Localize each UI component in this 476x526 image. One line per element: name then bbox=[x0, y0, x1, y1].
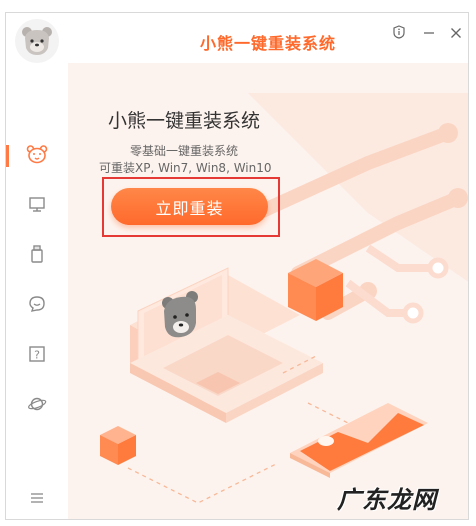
help-icon: ? bbox=[28, 345, 46, 367]
usb-drive-icon bbox=[28, 245, 46, 267]
sidebar: ? bbox=[6, 13, 69, 519]
close-button[interactable] bbox=[446, 23, 466, 43]
sidebar-item-monitor[interactable] bbox=[6, 191, 68, 221]
watermark-text: 广东龙网 bbox=[337, 486, 437, 514]
info-icon bbox=[392, 24, 406, 43]
sidebar-item-usb[interactable] bbox=[6, 241, 68, 271]
bear-logo-icon bbox=[15, 19, 59, 63]
sidebar-item-bear[interactable] bbox=[6, 141, 68, 171]
chat-bubble-icon bbox=[28, 295, 46, 317]
main-content: 小熊一键重装系统 零基础一键重装系统 可重装XP, Win7, Win8, Wi… bbox=[68, 63, 468, 519]
minimize-icon bbox=[423, 24, 435, 43]
hero-title: 小熊一键重装系统 bbox=[108, 110, 261, 132]
sidebar-menu[interactable] bbox=[6, 483, 68, 513]
titlebar: 小熊一键重装系统 bbox=[68, 13, 468, 63]
monitor-icon bbox=[28, 195, 46, 217]
close-icon bbox=[450, 24, 462, 43]
supported-os-text: 可重装XP, Win7, Win8, Win10 bbox=[99, 161, 272, 175]
bear-face-icon bbox=[26, 144, 48, 168]
sidebar-item-planet[interactable] bbox=[6, 391, 68, 421]
info-button[interactable] bbox=[389, 23, 409, 43]
svg-text:?: ? bbox=[34, 349, 40, 362]
menu-icon bbox=[30, 489, 44, 508]
planet-icon bbox=[27, 395, 47, 417]
sidebar-item-help[interactable]: ? bbox=[6, 341, 68, 371]
app-window: ? 小熊一键重装系统 小熊一键重装系统 零基础一键重装系统 可重装XP, Win… bbox=[5, 12, 469, 520]
sidebar-item-chat[interactable] bbox=[6, 291, 68, 321]
hero-subtitle: 零基础一键重装系统 bbox=[130, 144, 239, 158]
install-now-button[interactable]: 立即重装 bbox=[111, 188, 268, 225]
minimize-button[interactable] bbox=[419, 23, 439, 43]
